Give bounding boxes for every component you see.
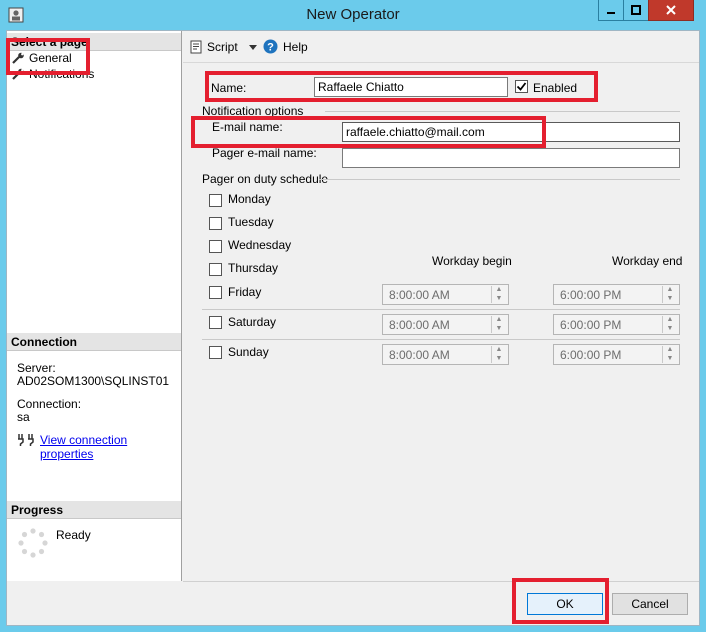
time-spinner[interactable]: ▲ ▼ (662, 316, 677, 333)
maximize-icon (631, 5, 641, 15)
name-label: Name: (211, 81, 247, 95)
ok-button[interactable]: OK (527, 593, 603, 615)
title-bar: New Operator (0, 0, 706, 30)
script-button[interactable]: Script (189, 40, 258, 54)
time-value: 6:00:00 PM (560, 318, 622, 332)
row-divider (202, 309, 680, 310)
connection-label: Connection: (17, 397, 82, 411)
saturday-label: Saturday (228, 315, 277, 329)
time-spinner[interactable]: ▲ ▼ (491, 286, 506, 303)
saturday-checkbox[interactable] (209, 316, 222, 329)
progress-header: Progress (7, 501, 181, 519)
pager-schedule-label: Pager on duty schedule (202, 172, 329, 186)
close-button[interactable] (648, 0, 694, 21)
connection-header: Connection (7, 333, 181, 351)
page-item-general[interactable]: General (11, 50, 72, 66)
wednesday-label: Wednesday (228, 238, 292, 252)
time-spinner[interactable]: ▲ ▼ (662, 346, 677, 363)
row-divider (202, 339, 680, 340)
minimize-icon (607, 12, 615, 14)
monday-checkbox[interactable] (209, 194, 222, 207)
tuesday-label: Tuesday (228, 215, 274, 229)
connection-value: sa (17, 410, 30, 424)
notification-options-divider (325, 111, 680, 112)
wrench-icon (12, 68, 24, 80)
help-button[interactable]: ? Help (263, 39, 308, 54)
general-page: Name: Raffaele Chiatto Enabled Notificat… (183, 67, 699, 581)
pager-schedule-divider (319, 179, 680, 180)
script-icon (190, 40, 202, 54)
saturday-end-time[interactable]: 6:00:00 PM ▲ ▼ (553, 314, 680, 335)
script-label: Script (207, 40, 238, 54)
time-value: 6:00:00 PM (560, 348, 622, 362)
pager-email-label: Pager e-mail name: (212, 146, 317, 160)
cancel-button[interactable]: Cancel (612, 593, 688, 615)
friday-end-time[interactable]: 6:00:00 PM ▲ ▼ (553, 284, 680, 305)
monday-label: Monday (228, 192, 271, 206)
minimize-button[interactable] (598, 0, 624, 21)
workday-end-header: Workday end (612, 254, 683, 268)
friday-label: Friday (228, 285, 262, 299)
page-item-label: General (29, 51, 72, 65)
server-value: AD02SOM1300\SQLINST01 (17, 374, 170, 388)
time-spinner[interactable]: ▲ ▼ (491, 346, 506, 363)
toolbar: Script ? Help (183, 31, 699, 63)
chevron-down-icon[interactable] (248, 43, 258, 51)
friday-checkbox[interactable] (209, 286, 222, 299)
name-input[interactable]: Raffaele Chiatto (314, 77, 508, 97)
time-spinner[interactable]: ▲ ▼ (491, 316, 506, 333)
sunday-label: Sunday (228, 345, 269, 359)
email-input[interactable]: raffaele.chiatto@mail.com (342, 122, 680, 142)
left-pane: Select a page General Notifications Conn… (7, 31, 182, 581)
time-value: 6:00:00 PM (560, 288, 622, 302)
page-item-notifications[interactable]: Notifications (11, 66, 94, 82)
connection-properties-icon (18, 434, 34, 446)
sunday-checkbox[interactable] (209, 346, 222, 359)
saturday-begin-time[interactable]: 8:00:00 AM ▲ ▼ (382, 314, 509, 335)
help-label: Help (283, 39, 308, 54)
page-item-label: Notifications (29, 67, 95, 81)
close-icon (666, 5, 676, 15)
help-icon: ? (263, 39, 278, 54)
server-label: Server: (17, 361, 56, 375)
friday-begin-time[interactable]: 8:00:00 AM ▲ ▼ (382, 284, 509, 305)
time-value: 8:00:00 AM (389, 318, 450, 332)
svg-text:?: ? (267, 42, 274, 54)
check-icon (516, 82, 527, 91)
time-value: 8:00:00 AM (389, 348, 450, 362)
enabled-label: Enabled (533, 81, 578, 95)
enabled-checkbox[interactable] (515, 80, 528, 93)
tuesday-checkbox[interactable] (209, 217, 222, 230)
thursday-checkbox[interactable] (209, 263, 222, 276)
email-label: E-mail name: (212, 120, 283, 134)
thursday-label: Thursday (228, 261, 279, 275)
dialog-client: Select a page General Notifications Conn… (6, 30, 700, 626)
workday-begin-header: Workday begin (432, 254, 512, 268)
notification-options-label: Notification options (202, 104, 304, 118)
pager-email-input[interactable] (342, 148, 680, 168)
sunday-begin-time[interactable]: 8:00:00 AM ▲ ▼ (382, 344, 509, 365)
view-connection-properties-link[interactable]: View connection properties (40, 433, 181, 461)
progress-status: Ready (56, 528, 91, 542)
time-value: 8:00:00 AM (389, 288, 450, 302)
sunday-end-time[interactable]: 6:00:00 PM ▲ ▼ (553, 344, 680, 365)
select-page-header: Select a page (7, 33, 181, 51)
progress-spinner-icon (18, 528, 48, 558)
footer-divider (183, 581, 699, 582)
wrench-icon (12, 52, 24, 64)
time-spinner[interactable]: ▲ ▼ (662, 286, 677, 303)
wednesday-checkbox[interactable] (209, 240, 222, 253)
maximize-button[interactable] (623, 0, 649, 21)
